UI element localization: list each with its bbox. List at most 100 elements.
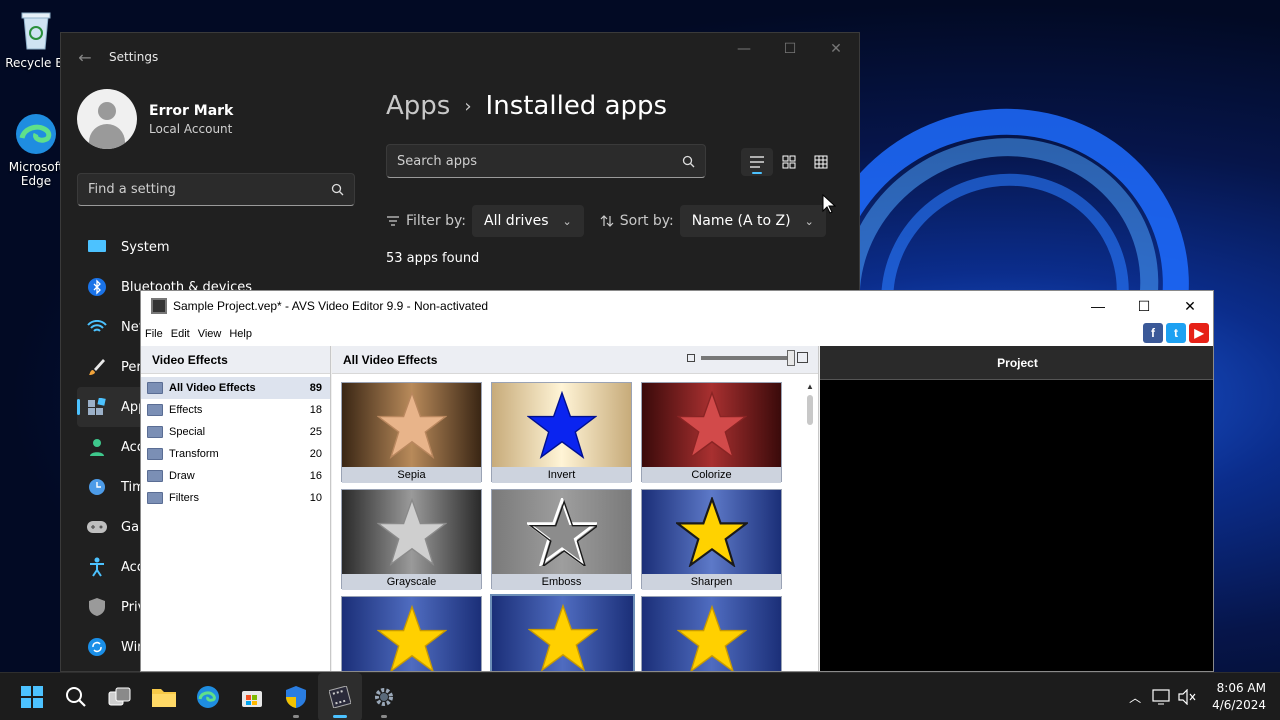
- chevron-up-icon[interactable]: ︿: [1122, 689, 1148, 706]
- minimize-button[interactable]: —: [1075, 291, 1121, 321]
- breadcrumb: Apps › Installed apps: [386, 91, 667, 121]
- slider-knob[interactable]: [787, 349, 795, 366]
- menu-help[interactable]: Help: [225, 328, 256, 340]
- category-count: 18: [309, 404, 322, 416]
- search-apps-input[interactable]: [397, 153, 682, 169]
- edge-icon: [197, 686, 219, 708]
- user-profile[interactable]: Error Mark Local Account: [77, 89, 233, 149]
- taskbar-microsoft-store[interactable]: [230, 673, 274, 720]
- apps-icon: [87, 397, 107, 417]
- effect-tile-sepia[interactable]: Sepia: [341, 382, 482, 483]
- maximize-button[interactable]: ☐: [1121, 291, 1167, 321]
- filter-label-text: Filter by:: [406, 213, 466, 229]
- project-panel: Project: [820, 346, 1213, 671]
- category-name: All Video Effects: [169, 382, 256, 394]
- back-arrow-icon[interactable]: ←: [61, 48, 109, 67]
- taskbar-settings[interactable]: [362, 673, 406, 720]
- close-button[interactable]: ✕: [813, 33, 859, 65]
- monitor-icon: [87, 237, 107, 257]
- folder-icon: [147, 492, 163, 504]
- effect-tile[interactable]: [641, 596, 782, 671]
- category-count: 89: [309, 382, 322, 394]
- nav-item-system[interactable]: System: [77, 227, 357, 267]
- mouse-cursor-icon: [822, 194, 836, 214]
- scroll-thumb[interactable]: [807, 395, 813, 425]
- effects-gallery-panel: All Video Effects Sepia Invert Colorize …: [332, 346, 819, 671]
- star-icon: [492, 383, 631, 467]
- task-view-button[interactable]: [98, 673, 142, 720]
- effect-tile-colorize[interactable]: Colorize: [641, 382, 782, 483]
- effect-tile-sharpen[interactable]: Sharpen: [641, 489, 782, 590]
- gallery-scrollbar[interactable]: ▲: [804, 382, 816, 671]
- bluetooth-icon: [87, 277, 107, 297]
- start-button[interactable]: [10, 673, 54, 720]
- effect-label: Colorize: [642, 467, 781, 483]
- panel-header: Project: [820, 346, 1213, 380]
- category-filters[interactable]: Filters 10: [141, 487, 330, 509]
- close-button[interactable]: ✕: [1167, 291, 1213, 321]
- avs-titlebar: Sample Project.vep* - AVS Video Editor 9…: [141, 291, 1213, 321]
- star-icon: [342, 597, 481, 671]
- avatar: [77, 89, 137, 149]
- category-name: Special: [169, 426, 206, 438]
- find-setting-box[interactable]: [77, 173, 355, 206]
- effect-tile-grayscale[interactable]: Grayscale: [341, 489, 482, 590]
- menu-edit[interactable]: Edit: [167, 328, 194, 340]
- panel-header-text: All Video Effects: [343, 352, 438, 367]
- youtube-icon[interactable]: ▶: [1189, 323, 1209, 343]
- chevron-down-icon: ⌄: [562, 214, 572, 228]
- taskbar-edge[interactable]: [186, 673, 230, 720]
- star-icon: [642, 597, 781, 671]
- tile-view-icon[interactable]: [805, 148, 837, 176]
- nav-item-label: System: [121, 239, 170, 255]
- find-setting-input[interactable]: [88, 182, 331, 197]
- gamepad-icon: [87, 517, 107, 537]
- slider-track[interactable]: [701, 349, 795, 366]
- effect-tile[interactable]: [341, 596, 482, 671]
- network-icon[interactable]: [1148, 689, 1174, 705]
- list-view-icon[interactable]: [741, 148, 773, 176]
- twitter-icon[interactable]: t: [1166, 323, 1186, 343]
- category-effects[interactable]: Effects 18: [141, 399, 330, 421]
- chevron-down-icon: ⌄: [804, 214, 814, 228]
- folder-icon: [147, 382, 163, 394]
- chevron-right-icon: ›: [464, 95, 472, 117]
- thumbnail-size-slider[interactable]: [687, 349, 808, 366]
- category-all-video-effects[interactable]: All Video Effects 89: [141, 377, 330, 399]
- filter-dropdown[interactable]: All drives ⌄: [472, 205, 584, 237]
- category-special[interactable]: Special 25: [141, 421, 330, 443]
- category-draw[interactable]: Draw 16: [141, 465, 330, 487]
- large-size-icon: [797, 352, 808, 363]
- search-apps-box[interactable]: [386, 144, 706, 178]
- facebook-icon[interactable]: f: [1143, 323, 1163, 343]
- taskbar-security[interactable]: [274, 673, 318, 720]
- scroll-up-icon[interactable]: ▲: [804, 382, 816, 391]
- sort-dropdown[interactable]: Name (A to Z) ⌄: [679, 205, 826, 237]
- breadcrumb-parent[interactable]: Apps: [386, 91, 450, 121]
- taskbar-search-button[interactable]: [54, 673, 98, 720]
- star-icon: [492, 596, 633, 671]
- menu-view[interactable]: View: [194, 328, 226, 340]
- category-transform[interactable]: Transform 20: [141, 443, 330, 465]
- system-tray: ︿ 8:06 AM 4/6/2024: [1122, 673, 1266, 720]
- filter-label: Filter by:: [386, 213, 466, 229]
- category-count: 20: [309, 448, 322, 460]
- effect-tile-emboss[interactable]: Emboss: [491, 489, 632, 590]
- effect-tile-selected[interactable]: [490, 594, 635, 671]
- taskbar-avs-video-editor[interactable]: [318, 673, 362, 720]
- effect-label: Sepia: [342, 467, 481, 483]
- person-icon: [87, 437, 107, 457]
- minimize-button[interactable]: —: [721, 33, 767, 65]
- user-name: Error Mark: [149, 102, 234, 119]
- clock[interactable]: 8:06 AM 4/6/2024: [1212, 680, 1266, 714]
- category-count: 16: [309, 470, 322, 482]
- grid-view-icon[interactable]: [773, 148, 805, 176]
- menu-file[interactable]: File: [141, 328, 167, 340]
- maximize-button[interactable]: ☐: [767, 33, 813, 65]
- taskbar-file-explorer[interactable]: [142, 673, 186, 720]
- effect-tile-invert[interactable]: Invert: [491, 382, 632, 483]
- volume-muted-icon[interactable]: [1174, 689, 1200, 705]
- desktop-icon-label: Microsoft Edge: [8, 160, 64, 188]
- accessibility-icon: [87, 557, 107, 577]
- category-count: 10: [309, 492, 322, 504]
